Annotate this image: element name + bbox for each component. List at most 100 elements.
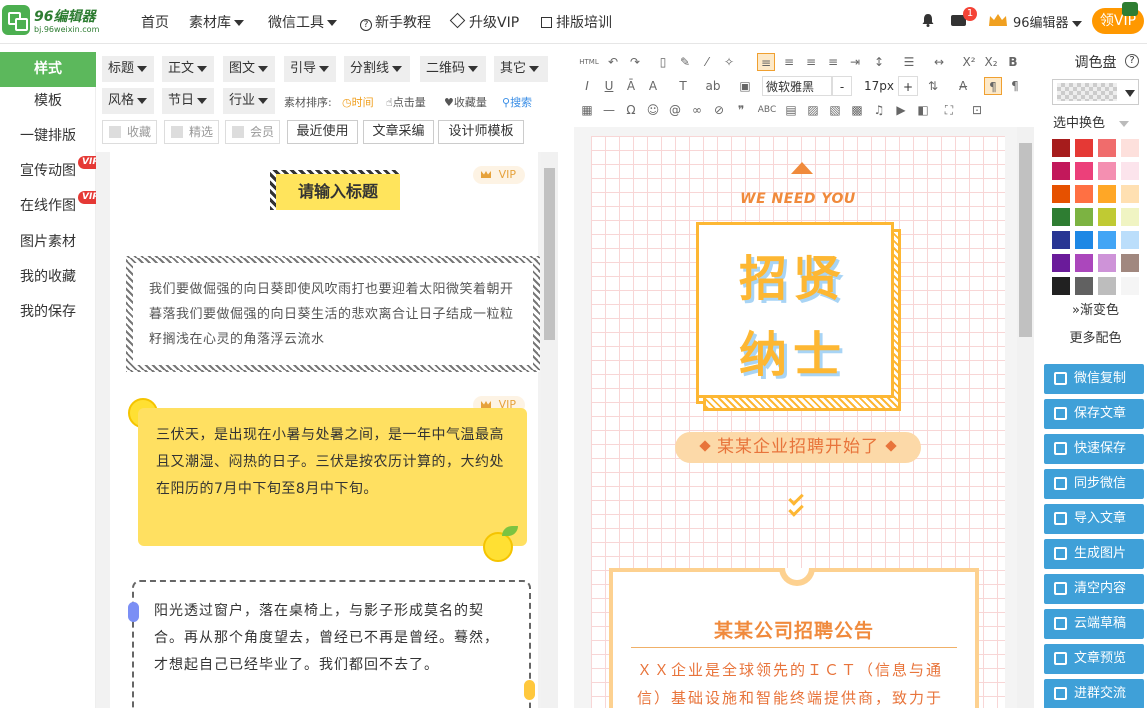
quote-icon[interactable]: ❞ <box>732 101 750 119</box>
horizontal-line-icon[interactable]: — <box>600 101 618 119</box>
sort-by-time[interactable]: ◷时间 <box>342 94 374 110</box>
magic-icon[interactable]: ✧ <box>720 53 738 71</box>
nav-home[interactable]: 首页 <box>141 12 169 32</box>
color-swatch[interactable] <box>1052 139 1070 157</box>
current-color-select[interactable] <box>1052 79 1139 105</box>
music-icon[interactable]: ♫ <box>870 101 888 119</box>
bell-icon[interactable] <box>921 13 935 27</box>
letter-spacing-icon[interactable]: ↔ <box>930 53 948 71</box>
emoji-icon[interactable]: ☺ <box>644 101 662 119</box>
filter-body[interactable]: 正文 <box>162 56 214 82</box>
color-swatch[interactable] <box>1098 277 1116 295</box>
color-swatch[interactable] <box>1098 231 1116 249</box>
color-swatch[interactable] <box>1098 208 1116 226</box>
clear-format-icon[interactable]: ⁄ <box>698 53 716 71</box>
filter-title[interactable]: 标题 <box>102 56 154 82</box>
unlink-icon[interactable]: ⊘ <box>710 101 728 119</box>
font-size-minus[interactable]: - <box>832 76 852 96</box>
insert-image-icon[interactable]: ▨ <box>804 101 822 119</box>
check-favorites[interactable]: 收藏 <box>102 120 157 144</box>
indent-icon[interactable]: ⇥ <box>846 53 864 71</box>
image-icon[interactable]: ▣ <box>736 77 754 95</box>
menu-item-promo-gif[interactable]: 宣传动图 VIP <box>0 154 103 189</box>
clear-content-button[interactable]: 清空内容 <box>1044 574 1144 604</box>
color-swatch[interactable] <box>1121 162 1139 180</box>
nav-wechat-tools[interactable]: 微信工具 <box>268 12 337 32</box>
nav-tutorial[interactable]: ? 新手教程 <box>360 12 431 32</box>
recent-used-button[interactable]: 最近使用 <box>287 120 358 144</box>
gallery-icon[interactable]: ▩ <box>848 101 866 119</box>
font-size-input[interactable]: 17px <box>854 76 904 96</box>
border-text-icon[interactable]: Ā <box>622 77 640 95</box>
search-link[interactable]: ⚲搜索 <box>502 94 532 110</box>
scrollbar-thumb[interactable] <box>544 168 555 340</box>
more-colors-link[interactable]: 更多配色 <box>1044 327 1147 346</box>
material-title-card[interactable]: 请输入标题 <box>270 170 400 210</box>
sort-by-clicks[interactable]: ☝点击量 <box>386 94 426 110</box>
wechat-copy-button[interactable]: 微信复制 <box>1044 364 1144 394</box>
subscript-icon[interactable]: X₂ <box>982 53 1000 71</box>
menu-item-my-favorites[interactable]: 我的收藏 <box>0 260 96 295</box>
menu-item-online-drawing[interactable]: 在线作图 VIP <box>0 189 103 224</box>
paragraph-direction-icon[interactable]: ¶ <box>984 77 1002 95</box>
menu-item-my-saved[interactable]: 我的保存 <box>0 295 96 330</box>
check-featured[interactable]: 精选 <box>164 120 219 144</box>
get-vip-button[interactable]: 领VIP <box>1092 2 1144 34</box>
color-swatch[interactable] <box>1121 139 1139 157</box>
align-right-icon[interactable]: ≡ <box>802 53 820 71</box>
text-style-icon[interactable]: ab <box>704 77 722 95</box>
color-swatch[interactable] <box>1121 185 1139 203</box>
new-doc-icon[interactable]: ▯ <box>654 53 672 71</box>
menu-item-style[interactable]: 样式 <box>0 52 96 87</box>
join-group-button[interactable]: 进群交流 <box>1044 679 1144 708</box>
color-swatch[interactable] <box>1098 185 1116 203</box>
row-spacing-icon[interactable]: ⇅ <box>924 77 942 95</box>
filter-image-text[interactable]: 图文 <box>223 56 275 82</box>
color-swatch[interactable] <box>1052 254 1070 272</box>
color-swatch[interactable] <box>1121 208 1139 226</box>
background-icon[interactable]: ◧ <box>914 101 932 119</box>
undo-icon[interactable]: ↶ <box>604 53 622 71</box>
cloud-draft-button[interactable]: 云端草稿 <box>1044 609 1144 639</box>
select-replace-color[interactable]: 选中换色 <box>1053 112 1130 131</box>
filter-industry[interactable]: 行业 <box>223 88 275 114</box>
color-swatch[interactable] <box>1121 277 1139 295</box>
filter-guide[interactable]: 引导 <box>284 56 336 82</box>
strikethrough-icon[interactable]: ABC <box>756 101 778 119</box>
menu-item-one-click-layout[interactable]: 一键排版 <box>0 119 96 154</box>
text-bg-icon[interactable]: T <box>674 77 692 95</box>
logo[interactable]: 96编辑器 bj.96weixin.com <box>2 3 112 39</box>
redo-icon[interactable]: ↷ <box>626 53 644 71</box>
material-lemon-card[interactable]: 三伏天，是出现在小暑与处暑之间，是一年中气温最高且又潮湿、闷热的日子。三伏是按农… <box>138 408 527 546</box>
font-size-plus[interactable]: + <box>898 76 918 96</box>
menu-item-image-material[interactable]: 图片素材 <box>0 225 96 260</box>
sort-by-favorites[interactable]: ♥收藏量 <box>444 94 487 110</box>
color-swatch[interactable] <box>1121 254 1139 272</box>
material-dashed-card[interactable]: 阳光透过窗户，落在桌椅上，与影子形成莫名的契合。再从那个角度望去，曾经已不再是曾… <box>132 580 531 708</box>
format-brush-icon[interactable]: ✎ <box>676 53 694 71</box>
fullscreen-icon[interactable]: ⛶ <box>940 101 958 119</box>
align-center-icon[interactable]: ≡ <box>780 53 798 71</box>
align-justify-icon[interactable]: ≡ <box>824 53 842 71</box>
sync-wechat-button[interactable]: 同步微信 <box>1044 469 1144 499</box>
font-color-icon[interactable]: A <box>644 77 662 95</box>
paragraph-spacing-icon[interactable]: ☰ <box>900 53 918 71</box>
color-swatch[interactable] <box>1075 208 1093 226</box>
line-height-icon[interactable]: ↕ <box>870 53 888 71</box>
table-icon[interactable]: ▦ <box>578 101 596 119</box>
resize-icon[interactable]: ⊡ <box>968 101 986 119</box>
check-member[interactable]: 会员 <box>225 120 280 144</box>
color-swatch[interactable] <box>1098 254 1116 272</box>
superscript-icon[interactable]: X² <box>960 53 978 71</box>
color-swatch[interactable] <box>1121 231 1139 249</box>
filter-qrcode[interactable]: 二维码 <box>420 56 486 82</box>
filter-style[interactable]: 风格 <box>102 88 154 114</box>
color-swatch[interactable] <box>1052 231 1070 249</box>
layout-icon[interactable]: ▤ <box>782 101 800 119</box>
color-swatch[interactable] <box>1052 162 1070 180</box>
italic-icon[interactable]: I <box>578 77 596 95</box>
color-swatch[interactable] <box>1075 185 1093 203</box>
gradient-toggle[interactable]: »渐变色 <box>1044 299 1147 318</box>
omega-icon[interactable]: Ω <box>622 101 640 119</box>
nav-training[interactable]: 排版培训 <box>541 12 612 32</box>
